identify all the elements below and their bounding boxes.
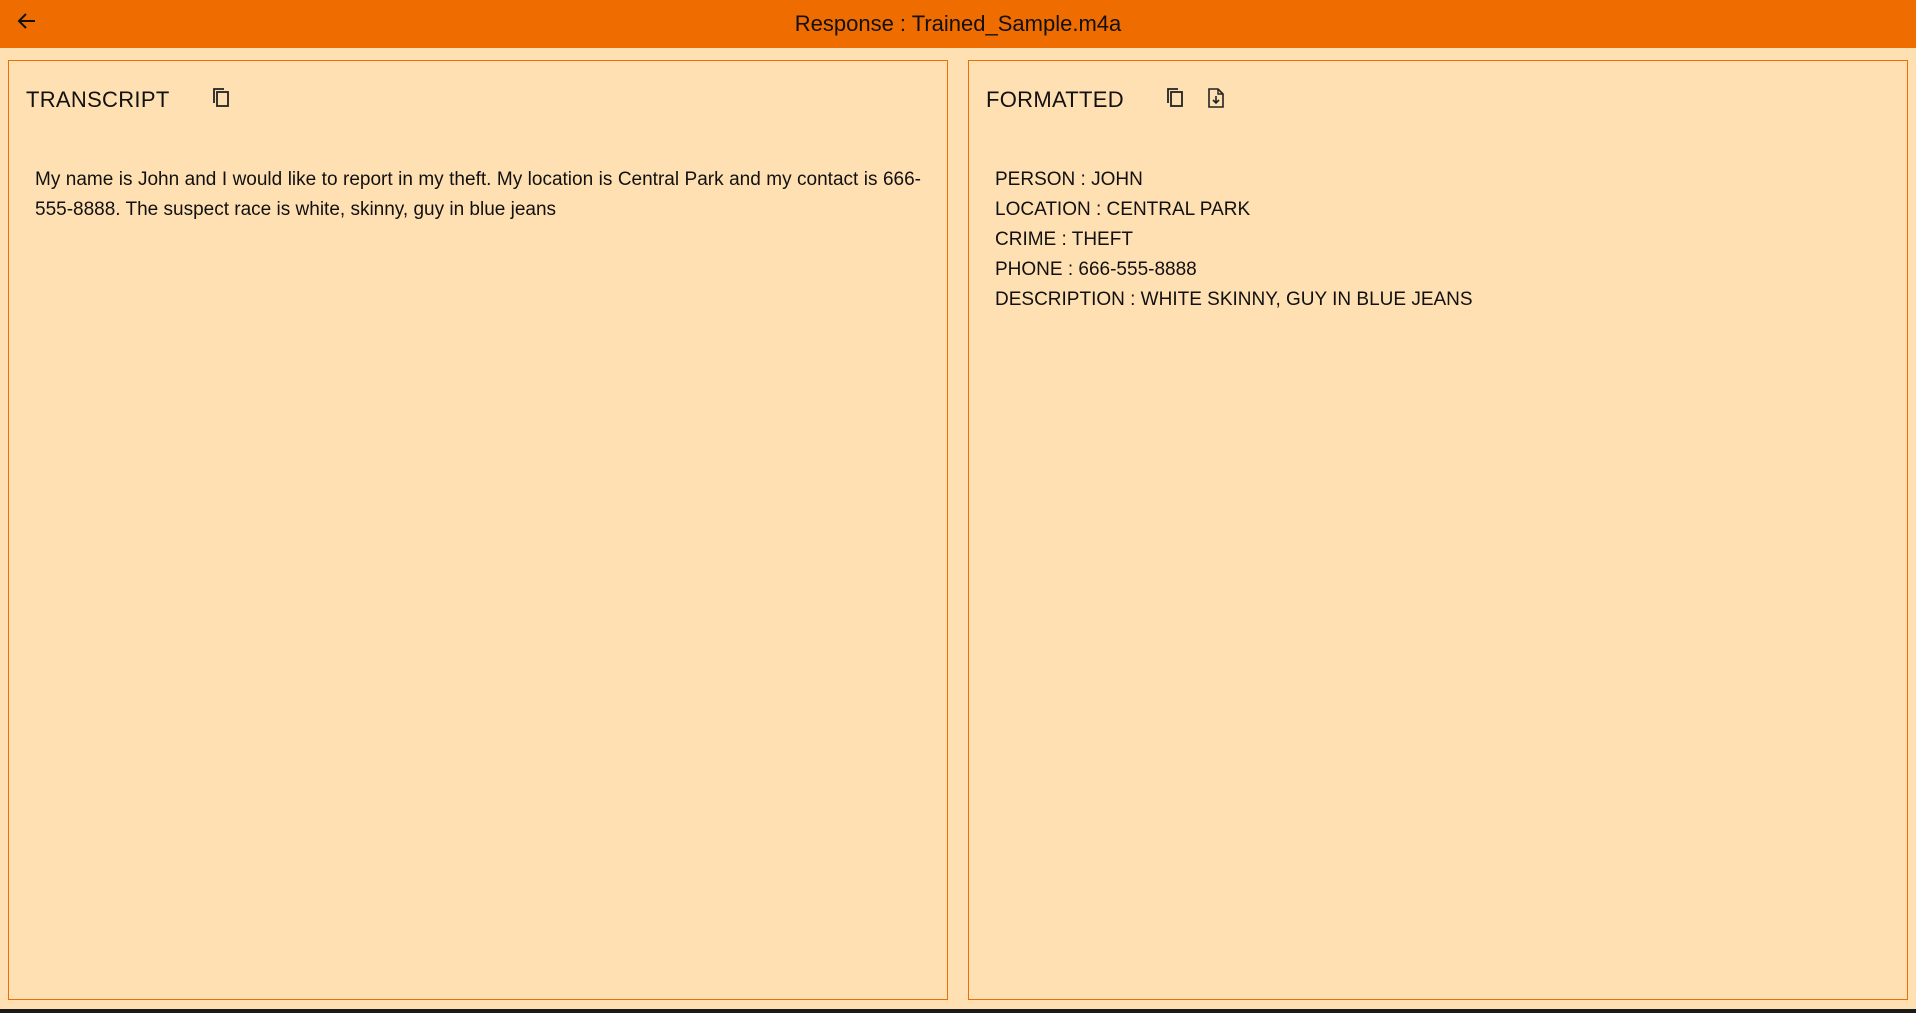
copy-icon [210, 86, 232, 115]
page-title: Response : Trained_Sample.m4a [794, 11, 1122, 36]
formatted-list: PERSON : JOHN LOCATION : CENTRAL PARK CR… [995, 165, 1473, 315]
formatted-header: FORMATTED [986, 85, 1229, 115]
title-bar: Response : Trained_Sample.m4a [0, 0, 1916, 48]
transcript-panel: TRANSCRIPT My name is John and I would l… [8, 60, 948, 1000]
formatted-line-person: PERSON : JOHN [995, 169, 1143, 190]
formatted-save-button[interactable] [1203, 87, 1229, 113]
transcript-text: My name is John and I would like to repo… [35, 169, 921, 220]
transcript-copy-button[interactable] [208, 87, 234, 113]
formatted-heading: FORMATTED [986, 87, 1124, 112]
back-button[interactable] [12, 10, 42, 36]
formatted-line-phone: PHONE : 666-555-8888 [995, 259, 1197, 280]
copy-icon [1164, 86, 1186, 115]
transcript-heading: TRANSCRIPT [26, 87, 170, 112]
save-file-icon [1206, 87, 1226, 114]
transcript-header: TRANSCRIPT [26, 85, 234, 115]
formatted-panel: FORMATTED PERSON : JOHN LOCATION : CENTR… [968, 60, 1908, 1000]
formatted-line-crime: CRIME : THEFT [995, 229, 1133, 250]
arrow-left-icon [17, 12, 37, 35]
formatted-line-description: DESCRIPTION : WHITE SKINNY, GUY IN BLUE … [995, 289, 1473, 310]
formatted-copy-button[interactable] [1162, 87, 1188, 113]
bottom-edge [0, 1009, 1916, 1013]
formatted-line-location: LOCATION : CENTRAL PARK [995, 199, 1251, 220]
